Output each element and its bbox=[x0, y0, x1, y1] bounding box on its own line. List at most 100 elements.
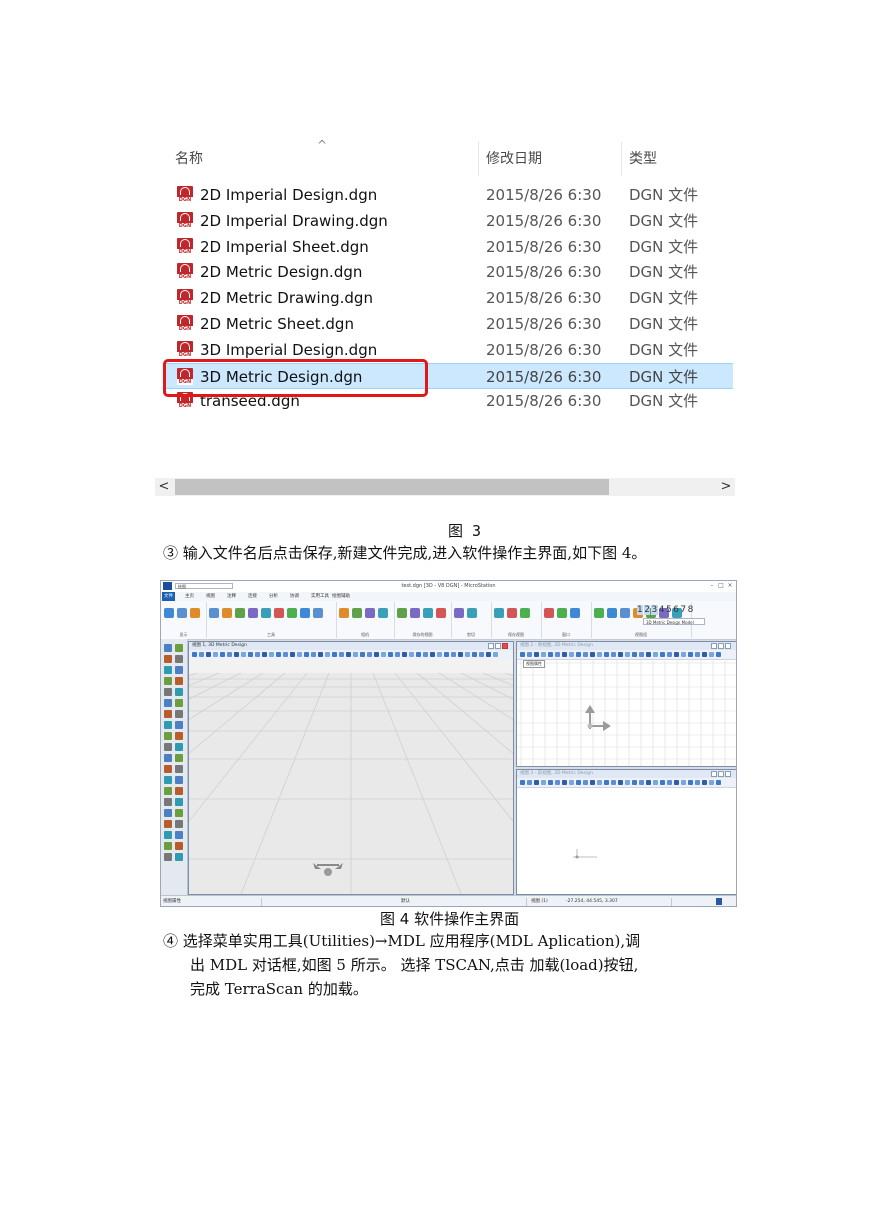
ribbon-tool-icon[interactable] bbox=[339, 608, 349, 618]
view-tool-icon[interactable] bbox=[597, 652, 602, 657]
palette-tool-icon[interactable] bbox=[164, 743, 172, 751]
palette-tool-icon[interactable] bbox=[164, 688, 172, 696]
palette-tool-icon[interactable] bbox=[164, 842, 172, 850]
palette-tool-icon[interactable] bbox=[175, 754, 183, 762]
palette-tool-icon[interactable] bbox=[164, 853, 172, 861]
view-tool-icon[interactable] bbox=[367, 652, 372, 657]
view-tool-icon[interactable] bbox=[283, 652, 288, 657]
view-tool-icon[interactable] bbox=[716, 652, 721, 657]
palette-tool-icon[interactable] bbox=[175, 699, 183, 707]
view-tool-icon[interactable] bbox=[604, 652, 609, 657]
view-tool-icon[interactable] bbox=[681, 652, 686, 657]
view-tool-icon[interactable] bbox=[206, 652, 211, 657]
view-tool-icon[interactable] bbox=[674, 652, 679, 657]
ribbon-tool-icon[interactable] bbox=[177, 608, 187, 618]
view-tool-icon[interactable] bbox=[276, 652, 281, 657]
view-tool-icon[interactable] bbox=[192, 652, 197, 657]
close-icon[interactable]: × bbox=[726, 582, 734, 590]
scroll-thumb[interactable] bbox=[175, 479, 609, 495]
view-tool-icon[interactable] bbox=[548, 780, 553, 785]
palette-tool-icon[interactable] bbox=[164, 754, 172, 762]
view-tool-icon[interactable] bbox=[409, 652, 414, 657]
view-tool-icon[interactable] bbox=[688, 652, 693, 657]
view-tool-icon[interactable] bbox=[569, 652, 574, 657]
palette-tool-icon[interactable] bbox=[175, 820, 183, 828]
view-tool-icon[interactable] bbox=[639, 652, 644, 657]
palette-tool-icon[interactable] bbox=[164, 699, 172, 707]
palette-tool-icon[interactable] bbox=[175, 732, 183, 740]
view-tool-icon[interactable] bbox=[458, 652, 463, 657]
view-tool-icon[interactable] bbox=[437, 652, 442, 657]
palette-tool-icon[interactable] bbox=[164, 798, 172, 806]
ribbon-tool-icon[interactable] bbox=[222, 608, 232, 618]
view-tool-icon[interactable] bbox=[611, 780, 616, 785]
ribbon-tool-icon[interactable] bbox=[436, 608, 446, 618]
view-tool-icon[interactable] bbox=[269, 652, 274, 657]
file-row[interactable]: DGN 2D Metric Drawing.dgn 2015/8/26 6:30 DG… bbox=[163, 285, 733, 311]
scroll-left-icon[interactable]: < bbox=[155, 478, 173, 496]
ribbon-tool-icon[interactable] bbox=[313, 608, 323, 618]
view-tool-icon[interactable] bbox=[220, 652, 225, 657]
view-tool-icon[interactable] bbox=[527, 780, 532, 785]
file-row[interactable]: DGN 2D Imperial Design.dgn 2015/8/26 6:30 D… bbox=[163, 182, 733, 208]
view-tool-icon[interactable] bbox=[360, 652, 365, 657]
view-tool-icon[interactable] bbox=[667, 780, 672, 785]
palette-tool-icon[interactable] bbox=[175, 644, 183, 652]
view-tool-icon[interactable] bbox=[681, 780, 686, 785]
scroll-right-icon[interactable]: > bbox=[717, 478, 735, 496]
view-minimize-icon[interactable] bbox=[711, 771, 717, 777]
view-tool-icon[interactable] bbox=[486, 652, 491, 657]
palette-tool-icon[interactable] bbox=[164, 787, 172, 795]
palette-tool-icon[interactable] bbox=[175, 787, 183, 795]
view-tool-icon[interactable] bbox=[583, 780, 588, 785]
view-tool-icon[interactable] bbox=[451, 652, 456, 657]
palette-tool-icon[interactable] bbox=[175, 655, 183, 663]
ribbon-tool-icon[interactable] bbox=[410, 608, 420, 618]
view-tool-icon[interactable] bbox=[604, 780, 609, 785]
ribbon-tool-icon[interactable] bbox=[607, 608, 617, 618]
ribbon-tool-icon[interactable] bbox=[164, 608, 174, 618]
view-tool-icon[interactable] bbox=[388, 652, 393, 657]
view-tool-icon[interactable] bbox=[611, 652, 616, 657]
palette-tool-icon[interactable] bbox=[175, 831, 183, 839]
view-tool-icon[interactable] bbox=[576, 780, 581, 785]
view-tool-icon[interactable] bbox=[227, 652, 232, 657]
view-tool-icon[interactable] bbox=[527, 652, 532, 657]
palette-tool-icon[interactable] bbox=[164, 644, 172, 652]
view-tool-icon[interactable] bbox=[695, 780, 700, 785]
view-tool-icon[interactable] bbox=[241, 652, 246, 657]
view-tool-icon[interactable] bbox=[248, 652, 253, 657]
view-tool-icon[interactable] bbox=[597, 780, 602, 785]
palette-tool-icon[interactable] bbox=[164, 732, 172, 740]
view-tool-icon[interactable] bbox=[688, 780, 693, 785]
view-tool-icon[interactable] bbox=[353, 652, 358, 657]
ribbon-tool-icon[interactable] bbox=[190, 608, 200, 618]
ribbon-tool-icon[interactable] bbox=[274, 608, 284, 618]
file-row[interactable]: DGN 2D Imperial Drawing.dgn 2015/8/26 6:30… bbox=[163, 208, 733, 234]
ribbon-tool-icon[interactable] bbox=[261, 608, 271, 618]
view-tool-icon[interactable] bbox=[695, 652, 700, 657]
column-header-modified[interactable]: 修改日期 bbox=[486, 138, 542, 178]
view-maximize-icon[interactable] bbox=[718, 643, 724, 649]
view-tool-icon[interactable] bbox=[709, 780, 714, 785]
ribbon-tab[interactable]: 文件 bbox=[162, 592, 175, 601]
ribbon-tool-icon[interactable] bbox=[235, 608, 245, 618]
view-tool-icon[interactable] bbox=[674, 780, 679, 785]
palette-tool-icon[interactable] bbox=[175, 721, 183, 729]
view-tool-icon[interactable] bbox=[716, 780, 721, 785]
view-tool-icon[interactable] bbox=[465, 652, 470, 657]
view-close-icon[interactable] bbox=[725, 771, 731, 777]
palette-tool-icon[interactable] bbox=[175, 765, 183, 773]
palette-tool-icon[interactable] bbox=[164, 655, 172, 663]
view-tool-icon[interactable] bbox=[402, 652, 407, 657]
file-row[interactable]: DGN 2D Metric Design.dgn 2015/8/26 6:30 DGN… bbox=[163, 259, 733, 285]
view-tool-icon[interactable] bbox=[416, 652, 421, 657]
view-tool-icon[interactable] bbox=[520, 780, 525, 785]
view-tool-icon[interactable] bbox=[646, 780, 651, 785]
minimize-icon[interactable]: – bbox=[708, 582, 716, 590]
palette-tool-icon[interactable] bbox=[164, 776, 172, 784]
palette-tool-icon[interactable] bbox=[164, 831, 172, 839]
view-tool-icon[interactable] bbox=[304, 652, 309, 657]
view-tool-icon[interactable] bbox=[569, 780, 574, 785]
view-tool-icon[interactable] bbox=[625, 780, 630, 785]
